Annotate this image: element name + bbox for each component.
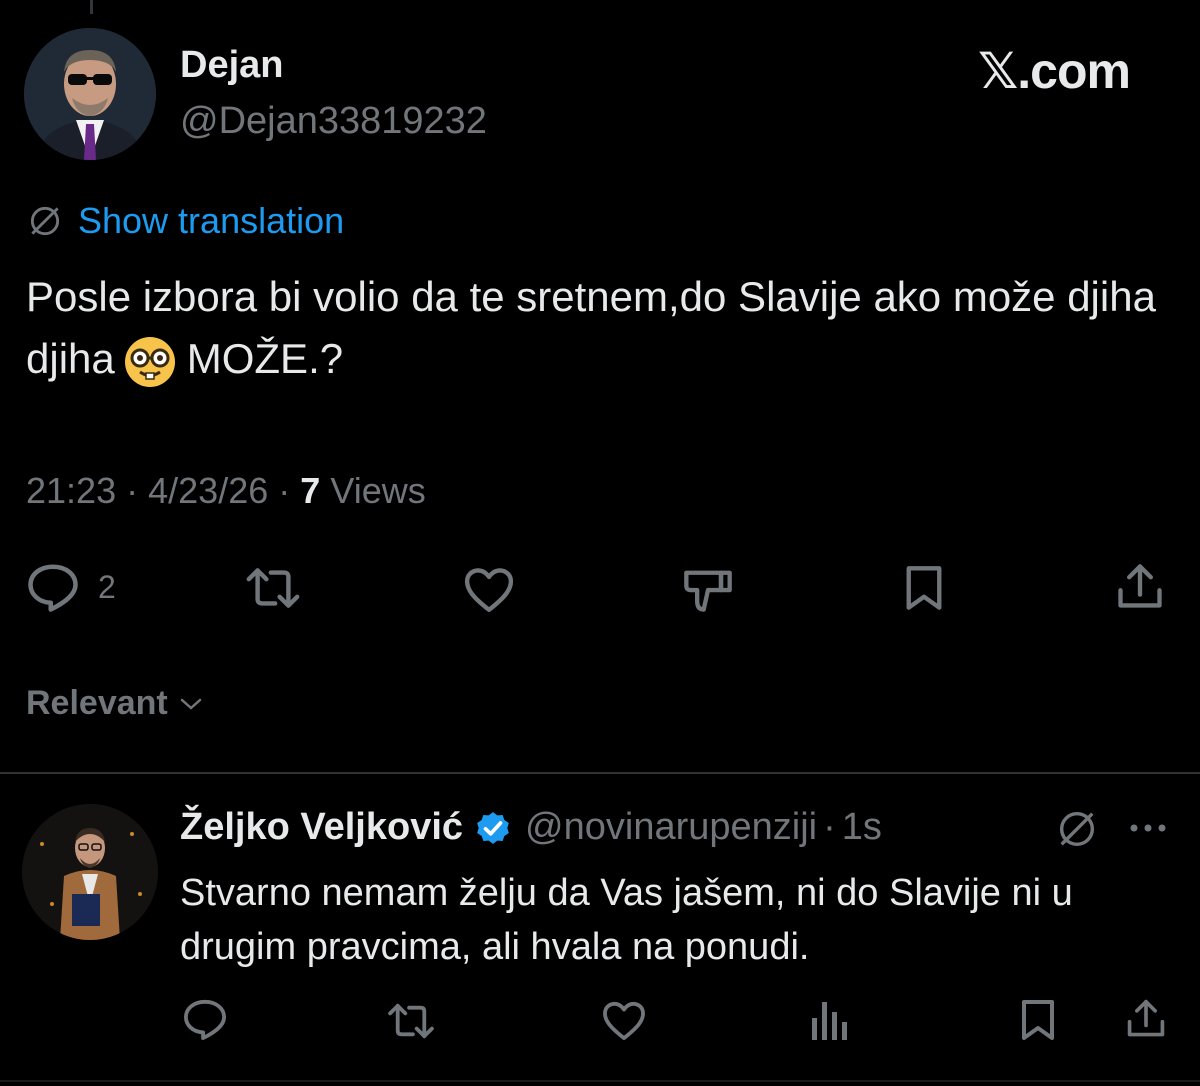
views-icon xyxy=(810,998,850,1042)
meta-separator: · xyxy=(126,470,139,511)
meta-separator: · xyxy=(278,470,291,511)
sort-label: Relevant xyxy=(26,684,168,722)
tweet-meta: 21:23 · 4/23/26 · 7 Views xyxy=(26,470,426,512)
retweet-icon xyxy=(244,566,302,610)
more-icon[interactable] xyxy=(1126,816,1170,840)
reply-like-button[interactable] xyxy=(600,1000,648,1040)
bookmark-button[interactable] xyxy=(902,564,946,612)
share-button[interactable] xyxy=(1114,562,1166,612)
bookmark-icon xyxy=(1018,998,1058,1042)
like-button[interactable] xyxy=(462,566,516,612)
avatar[interactable] xyxy=(24,28,156,160)
tweet-date[interactable]: 4/23/26 xyxy=(148,470,268,511)
reply-avatar[interactable] xyxy=(22,804,158,940)
tweet-text-part: MOŽE.? xyxy=(186,335,344,382)
thread-line xyxy=(90,0,93,14)
nerd-face-emoji xyxy=(123,335,177,389)
retweet-button[interactable] xyxy=(244,566,302,610)
header-separator: · xyxy=(823,806,836,848)
dislike-button[interactable] xyxy=(682,564,734,614)
reply-age[interactable]: 1s xyxy=(842,806,882,849)
reply-retweet-button[interactable] xyxy=(386,1002,436,1040)
chevron-down-icon xyxy=(178,695,204,713)
reply-text: Stvarno nemam želju da Vas jašem, ni do … xyxy=(180,872,1073,968)
reply-bookmark-button[interactable] xyxy=(1018,998,1058,1042)
reply-header: Željko Veljković @novinarupenziji · 1s xyxy=(180,806,882,849)
translate-icon xyxy=(26,202,64,240)
reply-views-button[interactable] xyxy=(810,998,850,1042)
verified-badge-icon xyxy=(473,808,513,848)
reply-icon xyxy=(182,998,228,1040)
bottom-divider xyxy=(0,1080,1200,1082)
share-icon xyxy=(1124,998,1168,1040)
views-label: Views xyxy=(330,470,426,511)
reply-icon xyxy=(26,562,80,612)
like-icon xyxy=(462,566,516,612)
translation-row[interactable]: Show translation xyxy=(26,200,344,242)
author-name[interactable]: Dejan xyxy=(180,44,283,87)
like-icon xyxy=(600,1000,648,1040)
tweet-time[interactable]: 21:23 xyxy=(26,470,116,511)
views-count: 7 xyxy=(300,470,321,511)
reply-translate-icon[interactable] xyxy=(1054,806,1100,852)
dislike-icon xyxy=(682,564,734,614)
divider xyxy=(0,772,1200,774)
bookmark-icon xyxy=(902,564,946,612)
x-logo: 𝕏.com xyxy=(978,43,1131,99)
share-icon xyxy=(1114,562,1166,612)
show-translation-link[interactable]: Show translation xyxy=(78,200,344,242)
reply-count: 2 xyxy=(98,568,116,605)
tweet-text: Posle izbora bi volio da te sretnem,do S… xyxy=(26,266,1176,390)
retweet-icon xyxy=(386,1002,436,1040)
sort-dropdown[interactable]: Relevant xyxy=(26,684,204,723)
reply-author-handle[interactable]: @novinarupenziji xyxy=(525,806,817,849)
author-handle[interactable]: @Dejan33819232 xyxy=(180,100,487,143)
reply-reply-button[interactable] xyxy=(182,998,228,1040)
reply-author-name[interactable]: Željko Veljković xyxy=(180,806,463,849)
reply-button[interactable]: 2 xyxy=(26,562,116,612)
reply-share-button[interactable] xyxy=(1124,998,1168,1040)
